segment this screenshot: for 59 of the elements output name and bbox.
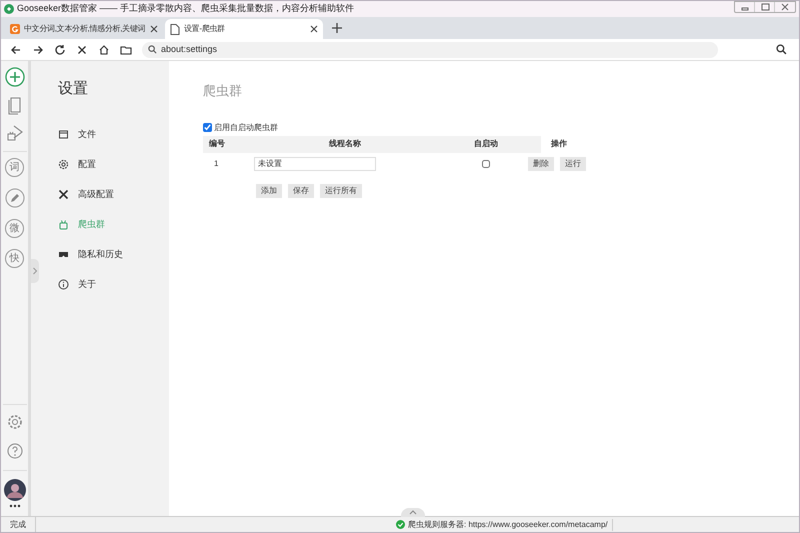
action-button[interactable]: 添加 (256, 184, 282, 198)
settings-nav-item[interactable]: 高级配置 (58, 188, 169, 202)
folder-icon[interactable] (120, 44, 132, 56)
action-button[interactable]: 删除 (528, 156, 554, 170)
pen-icon[interactable] (4, 188, 24, 208)
browser-tab[interactable]: 设置-爬虫群 (165, 19, 323, 39)
settings-nav-item[interactable]: 关于 (58, 278, 169, 292)
action-button[interactable]: 保存 (288, 184, 314, 198)
close-icon (779, 2, 791, 12)
rail-button[interactable]: 快 (5, 249, 24, 268)
settings-nav-item[interactable]: 配置 (58, 158, 169, 172)
column-header: 操作 (550, 138, 568, 150)
table-cell-text: 1 (213, 158, 220, 170)
back-icon[interactable] (10, 44, 22, 56)
tab-title: 中文分词,文本分析,情感分析,关键词 (24, 23, 146, 35)
more-icon[interactable] (8, 504, 20, 508)
settings-title: 设置 (58, 79, 89, 99)
maximize-icon (758, 2, 770, 12)
address-text: about:settings (161, 42, 218, 56)
window-icon (58, 129, 69, 140)
add-icon[interactable] (4, 67, 24, 87)
app-logo-icon (4, 4, 14, 14)
collapse-handle-icon[interactable] (401, 508, 425, 517)
server-status: 爬虫规则服务器: https://www.gooseeker.com/metacamp/ (408, 518, 608, 530)
name-field[interactable]: 未设置 (254, 156, 376, 170)
forward-icon[interactable] (32, 44, 44, 56)
stop-icon[interactable] (76, 44, 88, 56)
new-tab-icon[interactable] (331, 22, 343, 34)
action-button[interactable]: 运行 (560, 156, 586, 170)
avatar-icon[interactable] (4, 479, 26, 501)
info-icon (58, 279, 69, 290)
checkbox-label: 启用自启动爬虫群 (214, 122, 278, 134)
window-title: Gooseeker数据管家 —— 手工摘录零散内容、爬虫采集批量数据，内容分析辅助软件 (17, 2, 354, 16)
gear-icon (58, 159, 69, 170)
home-icon[interactable] (98, 44, 110, 56)
search-icon[interactable] (776, 44, 787, 55)
checkbox[interactable] (482, 160, 490, 168)
checkbox[interactable] (203, 123, 212, 132)
settings-nav-item[interactable]: 隐私和历史 (58, 248, 169, 262)
search-icon (148, 45, 157, 54)
panel-title: 爬虫群 (203, 82, 243, 100)
site-logo-icon (10, 24, 20, 34)
page-icon (170, 24, 180, 34)
rail-button[interactable]: 微 (5, 219, 24, 238)
address-field[interactable]: about:settings (142, 42, 718, 58)
close-icon[interactable] (150, 25, 158, 33)
action-button[interactable]: 运行所有 (320, 184, 362, 198)
column-header: 编号 (208, 138, 226, 150)
expand-handle-icon[interactable] (31, 259, 39, 283)
status-text: 完成 (1, 517, 36, 532)
settings-nav-item[interactable]: 文件 (58, 128, 169, 142)
column-header: 自启动 (473, 138, 499, 150)
check-circle-icon (396, 520, 405, 529)
close-icon[interactable] (310, 25, 318, 33)
reload-icon[interactable] (54, 44, 66, 56)
rail-button[interactable]: 词 (5, 158, 24, 177)
tab-title: 设置-爬虫群 (184, 23, 226, 35)
help-icon[interactable] (4, 441, 24, 461)
column-header: 线程名称 (328, 138, 362, 150)
